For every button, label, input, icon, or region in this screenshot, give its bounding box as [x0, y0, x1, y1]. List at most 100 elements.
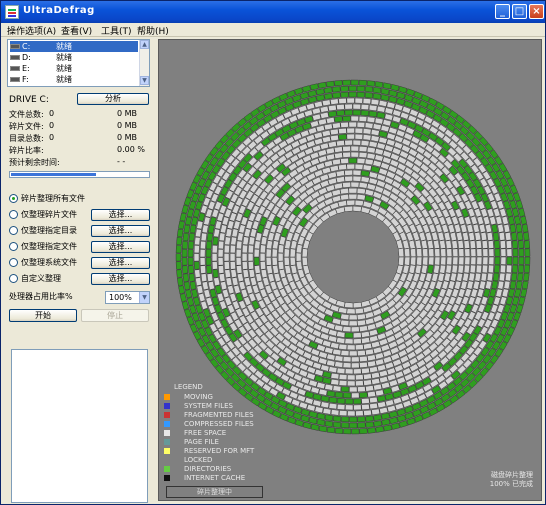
maximize-button[interactable]: □ — [512, 4, 527, 19]
drive-item-c[interactable]: C: 就绪 — [10, 41, 138, 52]
cluster-block — [338, 127, 347, 135]
cluster-block — [360, 109, 370, 117]
radio-icon[interactable] — [9, 242, 18, 251]
cluster-block — [368, 104, 378, 112]
cluster-block — [331, 188, 342, 197]
hard-drive-icon — [10, 44, 20, 49]
cluster-block — [481, 240, 488, 249]
cluster-block — [236, 265, 243, 274]
cluster-block — [365, 415, 374, 422]
cluster-block — [224, 236, 231, 246]
cluster-block — [361, 403, 370, 411]
start-button[interactable]: 开始 — [9, 309, 77, 322]
menu-action[interactable]: 操作选项(A) — [7, 24, 56, 37]
cluster-block — [376, 111, 386, 119]
select-button-2[interactable]: 选择... — [91, 225, 150, 237]
stop-button[interactable]: 停止 — [81, 309, 149, 322]
cluster-block — [353, 338, 362, 345]
cluster-block — [344, 368, 354, 375]
cluster-block — [212, 269, 219, 278]
close-button[interactable]: × — [529, 4, 544, 19]
cluster-block — [314, 375, 324, 383]
cluster-block — [196, 285, 204, 295]
cluster-block — [364, 158, 374, 166]
drive-list-scrollbar[interactable]: ▲ ▼ — [139, 40, 149, 86]
cluster-block — [283, 257, 290, 266]
cluster-block — [259, 252, 266, 262]
cluster-block — [226, 220, 235, 230]
cluster-block — [476, 288, 485, 298]
cluster-block — [322, 371, 332, 379]
cluster-block — [373, 414, 382, 421]
cluster-block — [316, 381, 326, 390]
cluster-block — [370, 165, 381, 174]
cluster-block — [176, 228, 184, 238]
drive-item-f[interactable]: F: 就绪 — [10, 74, 138, 85]
cluster-block — [211, 253, 218, 262]
cluster-block — [184, 216, 192, 226]
radio-icon[interactable] — [9, 258, 18, 267]
log-box[interactable] — [11, 349, 148, 503]
radio-icon[interactable] — [9, 226, 18, 235]
cluster-block — [478, 280, 486, 290]
cluster-block — [355, 380, 364, 387]
cluster-block — [259, 261, 267, 270]
cluster-block — [334, 80, 343, 87]
cluster-block — [499, 207, 507, 218]
progress-bar — [9, 171, 150, 178]
chevron-down-icon[interactable]: ▼ — [139, 292, 149, 303]
scroll-down-icon[interactable]: ▼ — [140, 76, 149, 85]
cluster-block — [506, 256, 513, 265]
cluster-block — [365, 348, 375, 356]
minimize-button[interactable]: _ — [495, 4, 510, 19]
analyze-button[interactable]: 分析 — [77, 93, 149, 105]
cluster-block — [391, 422, 401, 430]
cluster-block — [309, 83, 319, 91]
menu-help[interactable]: 帮助(H) — [137, 24, 169, 37]
cluster-block — [323, 159, 334, 168]
cluster-block — [324, 346, 334, 355]
option-all-files[interactable]: 碎片整理所有文件 — [9, 193, 152, 205]
drive-list[interactable]: C: 就绪 D: 就绪 E: 就绪 F: 就绪 ▲ ▼ — [7, 39, 150, 87]
cluster-block — [505, 240, 513, 249]
app-window: UltraDefrag _ □ × 操作选项(A) 查看(V) 工具(T) 帮助… — [0, 0, 546, 505]
cluster-block — [327, 335, 338, 343]
scroll-up-icon[interactable]: ▲ — [140, 40, 149, 49]
drive-item-d[interactable]: D: 就绪 — [10, 52, 138, 63]
cluster-block — [499, 264, 507, 274]
cluster-block — [271, 257, 278, 266]
menu-view[interactable]: 查看(V) — [61, 24, 92, 37]
drive-item-e[interactable]: E: 就绪 — [10, 63, 138, 74]
title-bar[interactable]: UltraDefrag _ □ × — [1, 1, 545, 23]
cluster-block — [402, 239, 410, 250]
select-button-3[interactable]: 选择... — [91, 241, 150, 253]
radio-icon[interactable] — [9, 194, 18, 203]
cluster-block — [494, 256, 501, 265]
select-button-5[interactable]: 选择... — [91, 273, 150, 285]
cluster-block — [503, 280, 511, 290]
radio-icon[interactable] — [9, 274, 18, 283]
menu-tools[interactable]: 工具(T) — [101, 24, 132, 37]
cluster-block — [446, 256, 453, 266]
cluster-block — [370, 340, 381, 349]
cpu-limit-select[interactable]: 100% ▼ — [105, 291, 150, 304]
select-button-4[interactable]: 选择... — [91, 257, 150, 269]
legend-item: INTERNET CACHE — [164, 474, 274, 482]
cluster-block — [189, 224, 197, 234]
cluster-block — [301, 256, 308, 267]
cluster-block — [517, 272, 524, 282]
cluster-block — [358, 145, 368, 153]
cluster-block — [501, 288, 509, 298]
select-button-1[interactable]: 选择... — [91, 209, 150, 221]
cluster-block — [503, 223, 511, 233]
cluster-block — [345, 404, 354, 411]
cluster-block — [511, 272, 518, 282]
cluster-block — [181, 204, 189, 214]
cluster-block — [331, 195, 342, 203]
cluster-block — [369, 402, 379, 410]
cluster-block — [181, 265, 189, 274]
control-panel: C: 就绪 D: 就绪 E: 就绪 F: 就绪 ▲ ▼ DRIVE C: 分析 文件总数… — [7, 39, 153, 503]
cluster-block — [334, 355, 344, 362]
cluster-block — [295, 260, 303, 271]
radio-icon[interactable] — [9, 210, 18, 219]
